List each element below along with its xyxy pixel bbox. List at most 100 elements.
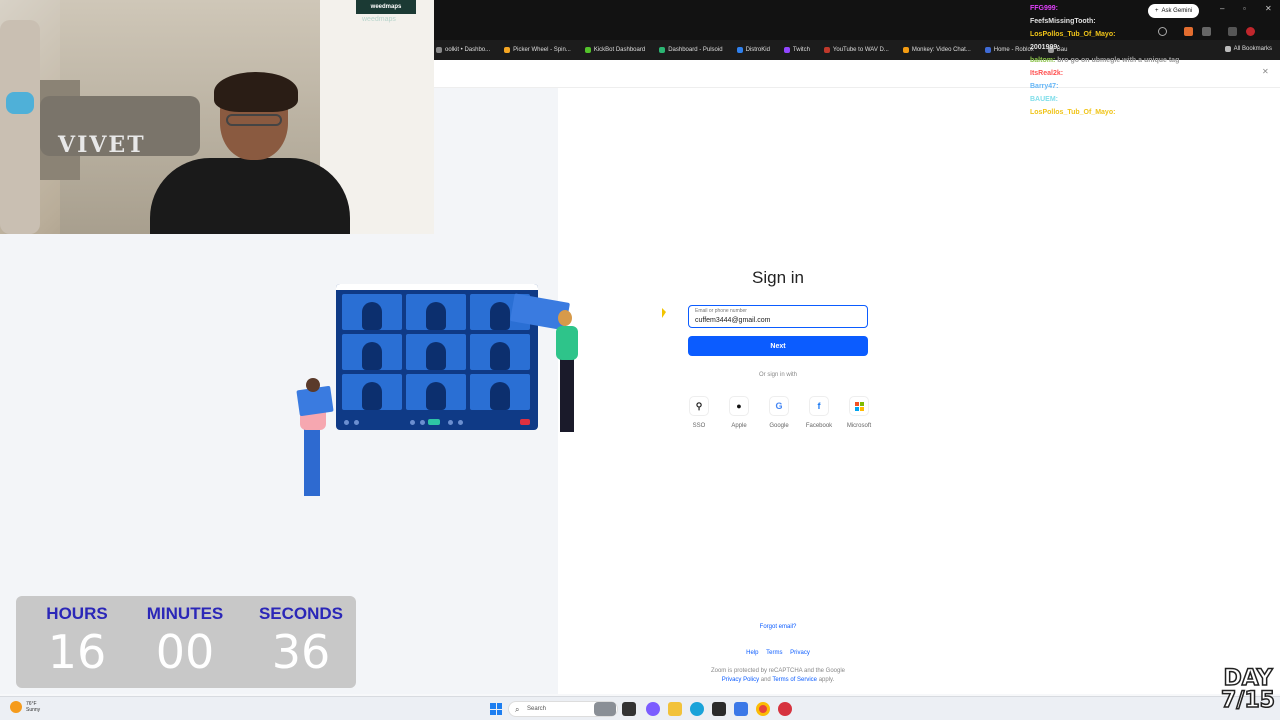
sso-button[interactable]: ⚲ SSO <box>684 396 714 429</box>
sso-providers: ⚲ SSO ● Apple G Google f Facebook Micros… <box>684 396 884 436</box>
video-tile <box>406 334 466 370</box>
bookmark-icon <box>584 47 591 53</box>
search-icon: ⌕ <box>515 705 520 714</box>
forgot-email-link[interactable]: Forgot email? <box>688 624 868 630</box>
webcam-overlay: weedmaps weedmaps VIVET <box>0 0 434 234</box>
copilot-icon[interactable] <box>646 702 660 716</box>
shirt-text: VIVET <box>58 132 146 158</box>
edge-icon[interactable] <box>690 702 704 716</box>
extension-icon[interactable] <box>1228 27 1237 36</box>
bookmark-item[interactable]: DistroKid <box>736 47 770 53</box>
bookmark-item[interactable]: oolkit • Dashbo... <box>436 47 490 53</box>
torso <box>556 326 578 360</box>
signin-panel <box>558 88 1280 694</box>
search-placeholder: Search <box>527 706 547 712</box>
file-explorer-icon[interactable] <box>668 702 682 716</box>
task-view-icon[interactable] <box>622 702 636 716</box>
chat-message: baltom: bro go on ubmegle with a unique … <box>1030 54 1210 67</box>
weather-condition: Sunny <box>26 707 41 713</box>
email-field-label: Email or phone number <box>695 308 747 314</box>
minutes-label: MINUTES <box>146 604 224 623</box>
microsoft-icon <box>849 396 869 416</box>
email-field-value[interactable]: cuffem3444@gmail.com <box>695 317 770 324</box>
video-tile <box>406 374 466 410</box>
folder-icon <box>1224 46 1231 52</box>
weedmaps-wall-logo: weedmaps <box>362 16 396 23</box>
video-tile <box>342 374 402 410</box>
bookmark-item[interactable]: YouTube to WAV D... <box>823 47 889 53</box>
provider-label: SSO <box>692 423 706 429</box>
head <box>558 310 572 326</box>
privacy-link[interactable]: Privacy <box>790 650 810 656</box>
windows-taskbar: 76°F Sunny ⌕ Search <box>0 696 1280 720</box>
mail-icon[interactable] <box>734 702 748 716</box>
side-person <box>0 20 40 234</box>
help-link[interactable]: Help <box>746 650 758 656</box>
video-grid-screen <box>336 284 538 430</box>
control-dot <box>420 420 425 425</box>
glove <box>6 92 34 114</box>
chat-username: FFG999: <box>1030 5 1059 12</box>
minimize-icon[interactable]: – <box>1220 4 1224 13</box>
apple-icon: ● <box>729 396 749 416</box>
weather-widget[interactable]: 76°F Sunny <box>10 701 40 713</box>
bookmark-item[interactable]: Twitch <box>783 47 810 53</box>
key-icon: ⚲ <box>689 396 709 416</box>
meeting-controls <box>336 416 538 430</box>
email-field[interactable]: Email or phone number cuffem3444@gmail.c… <box>688 305 868 328</box>
all-bookmarks-button[interactable]: All Bookmarks <box>1224 46 1272 52</box>
chat-message: Barry47: <box>1030 80 1210 93</box>
weedmaps-logo: weedmaps <box>356 0 416 14</box>
taskbar-widget-icon[interactable] <box>594 702 616 716</box>
streamer <box>150 72 350 234</box>
privacy-policy-link[interactable]: Privacy Policy <box>722 677 759 683</box>
terms-link[interactable]: Terms <box>766 650 782 656</box>
bookmark-icon <box>902 47 909 53</box>
apply-text: apply. <box>818 677 835 683</box>
microsoft-button[interactable]: Microsoft <box>844 396 874 429</box>
terms-of-service-link[interactable]: Terms of Service <box>772 677 817 683</box>
close-icon[interactable]: ✕ <box>1262 67 1269 76</box>
chrome-icon[interactable] <box>756 702 770 716</box>
screen-topbar <box>336 284 538 290</box>
store-icon[interactable] <box>712 702 726 716</box>
next-button[interactable]: Next <box>688 336 868 356</box>
bookmark-item[interactable]: Picker Wheel - Spin... <box>504 47 571 53</box>
day-counter: DAY 7/15 <box>1218 666 1278 718</box>
bookmark-item[interactable]: Dashboard - Pulsoid <box>659 47 723 53</box>
google-button[interactable]: G Google <box>764 396 794 429</box>
and-text: and <box>760 677 771 683</box>
bookmark-label: KickBot Dashboard <box>593 47 646 53</box>
profile-avatar[interactable] <box>1246 27 1255 36</box>
bookmark-icon <box>436 47 442 53</box>
chat-message: LosPollos_Tub_Of_Mayo: <box>1030 28 1210 41</box>
timer-hours: HOURS 16 <box>22 604 132 680</box>
bookmark-item[interactable]: Home - Roblox <box>984 47 1034 53</box>
bookmark-item[interactable]: KickBot Dashboard <box>584 47 646 53</box>
participant-silhouette <box>490 382 510 410</box>
shirt <box>150 158 350 234</box>
bookmark-icon <box>736 47 743 53</box>
close-window-icon[interactable]: ✕ <box>1265 4 1272 13</box>
bookmark-icon <box>659 47 666 53</box>
bookmark-item[interactable]: Monkey: Video Chat... <box>902 47 971 53</box>
windows-start-icon[interactable] <box>490 703 502 715</box>
minutes-value: 00 <box>155 625 215 679</box>
participant-silhouette <box>362 382 382 410</box>
control-dot <box>344 420 349 425</box>
day-label: DAY <box>1223 666 1274 691</box>
video-call-illustration <box>280 280 610 510</box>
app-icon[interactable] <box>778 702 792 716</box>
participant-silhouette <box>362 302 382 330</box>
hours-label: HOURS <box>46 604 108 623</box>
provider-label: Apple <box>731 423 747 429</box>
provider-label: Microsoft <box>846 423 872 429</box>
chat-message: FeefsMissingTooth: <box>1030 15 1210 28</box>
chat-message: LosPollos_Tub_Of_Mayo: <box>1030 106 1210 119</box>
apple-button[interactable]: ● Apple <box>724 396 754 429</box>
bookmark-icon <box>984 47 991 53</box>
restore-icon[interactable]: ▫ <box>1243 4 1246 13</box>
facebook-button[interactable]: f Facebook <box>804 396 834 429</box>
chat-username: baltom: <box>1030 57 1056 64</box>
participant-silhouette <box>426 342 446 370</box>
